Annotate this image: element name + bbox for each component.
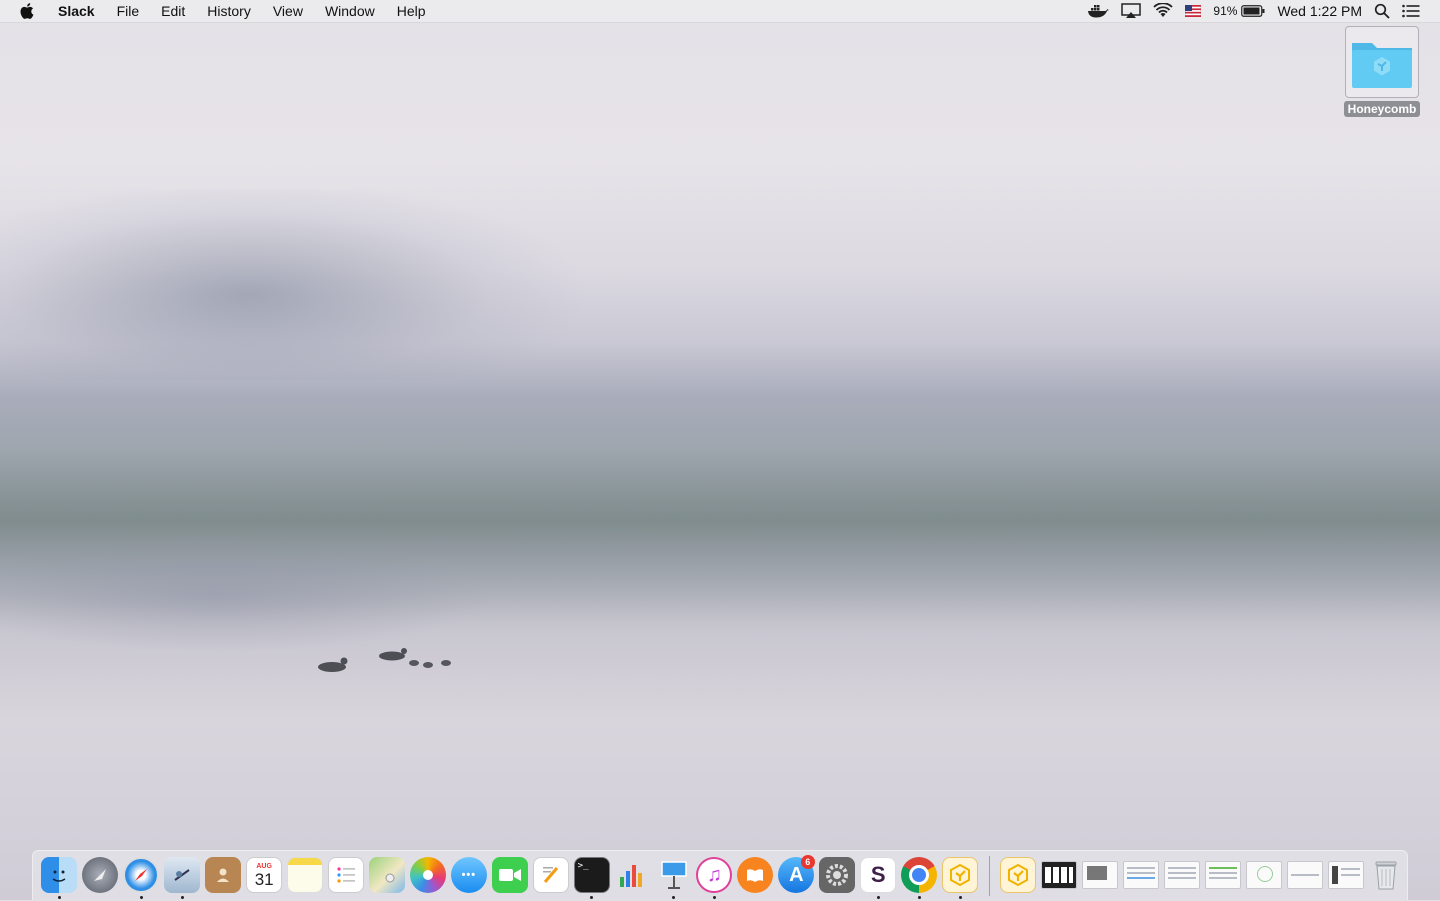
- dock-launchpad[interactable]: [80, 851, 121, 901]
- menu-help[interactable]: Help: [386, 0, 437, 22]
- dock-document-3[interactable]: [1120, 851, 1161, 901]
- dock-messages[interactable]: •••: [448, 851, 489, 901]
- dock-finder[interactable]: [39, 851, 80, 901]
- airplay-icon[interactable]: [1121, 0, 1142, 22]
- screenshot-thumbnail-icon: [1286, 861, 1323, 889]
- battery-percent: 91%: [1213, 4, 1238, 18]
- wifi-icon[interactable]: [1153, 0, 1174, 22]
- us-flag-icon[interactable]: [1185, 0, 1202, 22]
- terminal-prompt-icon: >_: [573, 857, 610, 893]
- calendar-day: 31: [254, 869, 274, 889]
- screenshot-thumbnail-icon: [1245, 861, 1282, 889]
- notes-icon: [287, 857, 324, 893]
- menu-clock[interactable]: Wed 1:22 PM: [1277, 0, 1362, 22]
- dock-trash[interactable]: [1366, 851, 1407, 901]
- photos-flower-icon: [409, 857, 446, 893]
- dock: AUG 31 ••• >_ ♫ A 6 S: [32, 850, 1408, 900]
- trash-icon: [1368, 857, 1404, 893]
- wallpaper-reeds: [0, 450, 1440, 620]
- mail-stamp-icon: [164, 857, 201, 893]
- dock-safari[interactable]: [121, 851, 162, 901]
- dock-separator: [988, 856, 990, 896]
- notification-center-icon[interactable]: [1402, 0, 1420, 22]
- dock-notes[interactable]: [285, 851, 326, 901]
- dock-facetime[interactable]: [489, 851, 530, 901]
- dock-document-4[interactable]: [1161, 851, 1202, 901]
- wallpaper-ducks: [318, 648, 451, 672]
- dock-slack[interactable]: S: [858, 851, 899, 901]
- screenshot-thumbnail-icon: [1204, 861, 1241, 889]
- dock-keynote[interactable]: [653, 851, 694, 901]
- messages-bubble-icon: •••: [450, 857, 487, 893]
- screenshot-thumbnail-icon: [1081, 861, 1118, 889]
- chrome-icon: [901, 857, 938, 893]
- menu-window[interactable]: Window: [314, 0, 386, 22]
- dock-contacts[interactable]: [203, 851, 244, 901]
- dock-reminders[interactable]: [326, 851, 367, 901]
- dock-document-2[interactable]: [1079, 851, 1120, 901]
- wallpaper-trees: [0, 190, 620, 380]
- dock-itunes[interactable]: ♫: [694, 851, 735, 901]
- dock-document-5[interactable]: [1202, 851, 1243, 901]
- docker-icon[interactable]: [1087, 0, 1110, 22]
- dock-honeycomb-folder[interactable]: [998, 851, 1039, 901]
- finder-icon: [41, 857, 78, 893]
- battery-icon: [1241, 5, 1265, 17]
- keynote-podium-icon: [656, 857, 692, 893]
- dock-photos[interactable]: [407, 851, 448, 901]
- numbers-chart-icon: [615, 857, 651, 893]
- spotlight-icon[interactable]: [1374, 0, 1390, 22]
- dock-ibooks[interactable]: [735, 851, 776, 901]
- dock-document-1[interactable]: [1039, 851, 1080, 901]
- menu-app-name[interactable]: Slack: [50, 0, 106, 22]
- reminders-list-icon: [328, 857, 365, 893]
- contacts-book-icon: [205, 857, 242, 893]
- gear-icon: [819, 857, 856, 893]
- dock-numbers[interactable]: [612, 851, 653, 901]
- dock-maps[interactable]: [367, 851, 408, 901]
- dock-terminal[interactable]: >_: [571, 851, 612, 901]
- screenshot-thumbnail-icon: [1327, 861, 1364, 889]
- dock-document-8[interactable]: [1325, 851, 1366, 901]
- ibooks-book-icon: [737, 857, 774, 893]
- menu-bar: Slack File Edit History View Window Help…: [0, 0, 1440, 23]
- dock-chrome[interactable]: [899, 851, 940, 901]
- dock-pages[interactable]: [530, 851, 571, 901]
- screenshot-thumbnail-icon: [1040, 861, 1077, 889]
- app-store-badge: 6: [800, 855, 815, 869]
- dock-document-7[interactable]: [1284, 851, 1325, 901]
- launchpad-rocket-icon: [82, 857, 119, 893]
- menu-view[interactable]: View: [262, 0, 314, 22]
- folder-icon: [1345, 26, 1419, 98]
- apple-menu-icon[interactable]: [18, 0, 36, 22]
- dock-app-store[interactable]: A 6: [776, 851, 817, 901]
- pages-pen-icon: [532, 857, 569, 893]
- dock-document-6[interactable]: [1243, 851, 1284, 901]
- honeycomb-icon: [942, 857, 979, 893]
- folder-label: Honeycomb: [1343, 101, 1421, 117]
- facetime-camera-icon: [491, 857, 528, 893]
- battery-status[interactable]: 91%: [1213, 0, 1265, 22]
- safari-compass-icon: [123, 857, 160, 893]
- screenshot-thumbnail-icon: [1163, 861, 1200, 889]
- maps-icon: [368, 857, 405, 893]
- dock-mail[interactable]: [162, 851, 203, 901]
- dock-system-preferences[interactable]: [817, 851, 858, 901]
- menu-edit[interactable]: Edit: [150, 0, 196, 22]
- dock-calendar[interactable]: AUG 31: [244, 851, 285, 901]
- honeycomb-folder-icon: [1000, 857, 1037, 893]
- slack-logo-icon: S: [860, 857, 897, 893]
- dock-honeycomb[interactable]: [940, 851, 981, 901]
- menu-history[interactable]: History: [196, 0, 262, 22]
- menu-file[interactable]: File: [106, 0, 151, 22]
- itunes-music-note-icon: ♫: [696, 857, 733, 893]
- desktop-folder-honeycomb[interactable]: Honeycomb: [1342, 26, 1422, 118]
- calendar-icon: AUG 31: [246, 857, 283, 893]
- screenshot-thumbnail-icon: [1122, 861, 1159, 889]
